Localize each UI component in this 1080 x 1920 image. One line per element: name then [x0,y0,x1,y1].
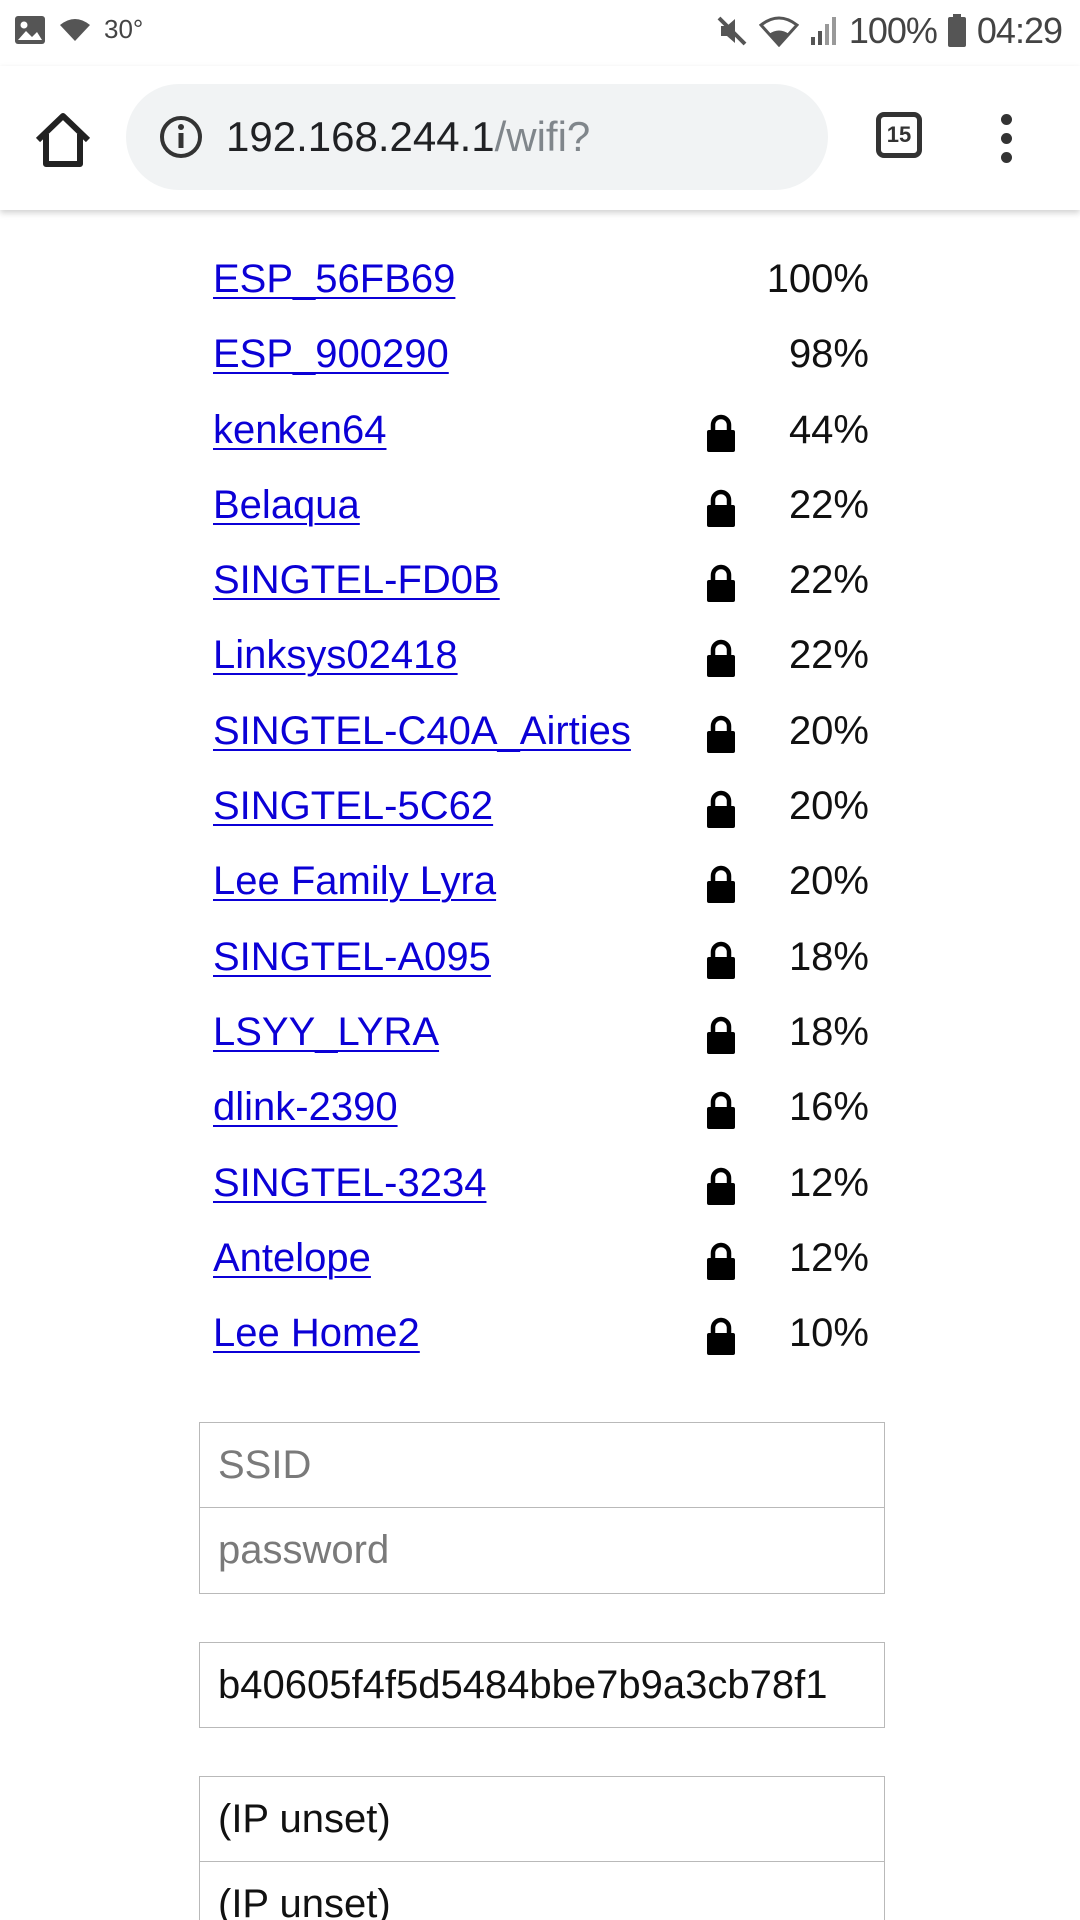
network-row: kenken64 44% [213,405,869,480]
network-ssid-link[interactable]: SINGTEL-A095 [213,932,491,982]
lock-icon [705,1090,737,1130]
status-bar: 30° 100% 04:29 [0,0,1080,66]
network-ssid-link[interactable]: Antelope [213,1233,371,1283]
signal-quality: 20% [788,859,869,904]
ip-settings: (IP unset) (IP unset) [199,1776,885,1920]
network-ssid-link[interactable]: ESP_56FB69 [213,254,455,304]
lock-icon [705,563,737,603]
clock: 04:29 [976,10,1063,51]
tabs-button[interactable]: 15 [876,112,922,158]
wifi-icon [58,17,92,43]
network-ssid-link[interactable]: SINGTEL-FD0B [213,555,500,605]
network-ssid-link[interactable]: dlink-2390 [213,1082,398,1132]
signal-quality: 22% [788,633,869,678]
signal-quality: 22% [788,558,869,603]
network-list: ESP_56FB69 100% ESP_900290 98% kenken64 44% Be… [213,254,869,1383]
signal-quality: 12% [788,1160,869,1205]
signal-quality: 18% [788,1009,869,1054]
token-field[interactable]: b40605f4f5d5484bbe7b9a3cb78f1 [199,1642,885,1728]
status-bar-right: 100% 04:29 [715,10,1063,52]
image-icon [14,15,46,45]
signal-quality: 20% [788,784,869,829]
lock-icon [705,864,737,904]
signal-icon [809,15,839,47]
network-ssid-link[interactable]: Lee Family Lyra [213,856,496,906]
network-row: LSYY_LYRA 18% [213,1007,869,1082]
home-icon [35,113,91,167]
signal-quality: 22% [788,482,869,527]
url-path: /wifi? [494,113,591,160]
token-box: b40605f4f5d5484bbe7b9a3cb78f1 [199,1642,885,1728]
network-row: ESP_56FB69 100% [213,254,869,329]
temperature-label: 30° [104,14,144,44]
network-row: Belaqua 22% [213,480,869,555]
lock-icon [705,488,737,528]
network-ssid-link[interactable]: Linksys02418 [213,630,458,680]
lock-icon [705,714,737,754]
browser-toolbar: 192.168.244.1/wifi? 15 [0,66,1080,210]
password-input[interactable] [199,1508,885,1594]
network-ssid-link[interactable]: LSYY_LYRA [213,1007,439,1057]
network-ssid-link[interactable]: SINGTEL-3234 [213,1158,486,1208]
network-row: SINGTEL-A095 18% [213,932,869,1007]
home-button[interactable] [30,110,96,170]
lock-icon [705,1015,737,1055]
network-ssid-link[interactable]: ESP_900290 [213,329,449,379]
network-row: SINGTEL-5C62 20% [213,781,869,856]
signal-quality: 10% [788,1311,869,1356]
mute-icon [715,14,749,48]
status-bar-left: 30° [14,14,143,45]
address-bar[interactable]: 192.168.244.1/wifi? [126,84,828,190]
lock-icon [705,940,737,980]
network-row: SINGTEL-FD0B 22% [213,555,869,630]
lock-icon [705,1241,737,1281]
signal-quality: 44% [788,407,869,452]
network-row: ESP_900290 98% [213,329,869,404]
lock-icon [705,1166,737,1206]
lock-icon [705,413,737,453]
ip-field[interactable]: (IP unset) [199,1861,885,1920]
signal-quality: 100% [766,257,869,301]
network-row: dlink-2390 16% [213,1082,869,1157]
battery-percent: 100% [848,10,938,51]
wifi-icon [758,15,799,47]
battery-icon [947,14,967,48]
more-vert-icon[interactable] [994,110,1018,170]
network-row: Lee Home2 10% [213,1308,869,1383]
signal-quality: 20% [788,708,869,753]
signal-quality: 18% [788,934,869,979]
tab-count: 15 [886,122,912,147]
ip-field[interactable]: (IP unset) [199,1776,885,1862]
network-ssid-link[interactable]: kenken64 [213,405,386,455]
url-host: 192.168.244.1 [226,113,495,160]
ssid-input[interactable] [199,1422,885,1508]
url-text[interactable]: 192.168.244.1/wifi? [226,110,590,164]
network-row: SINGTEL-C40A_Airties 20% [213,706,869,781]
lock-icon [705,638,737,678]
network-ssid-link[interactable]: SINGTEL-C40A_Airties [213,706,631,756]
page-content: ESP_56FB69 100% ESP_900290 98% kenken64 44% Be… [0,210,1080,1920]
info-icon[interactable] [158,114,204,160]
network-ssid-link[interactable]: Belaqua [213,480,360,530]
signal-quality: 12% [788,1235,869,1280]
lock-icon [705,789,737,829]
signal-quality: 16% [788,1085,869,1130]
credentials-form [199,1422,885,1594]
lock-icon [705,1316,737,1356]
network-row: SINGTEL-3234 12% [213,1158,869,1233]
network-row: Antelope 12% [213,1233,869,1308]
network-ssid-link[interactable]: Lee Home2 [213,1308,420,1358]
network-ssid-link[interactable]: SINGTEL-5C62 [213,781,493,831]
signal-quality: 98% [788,332,869,377]
network-row: Lee Family Lyra 20% [213,856,869,931]
network-row: Linksys02418 22% [213,630,869,705]
